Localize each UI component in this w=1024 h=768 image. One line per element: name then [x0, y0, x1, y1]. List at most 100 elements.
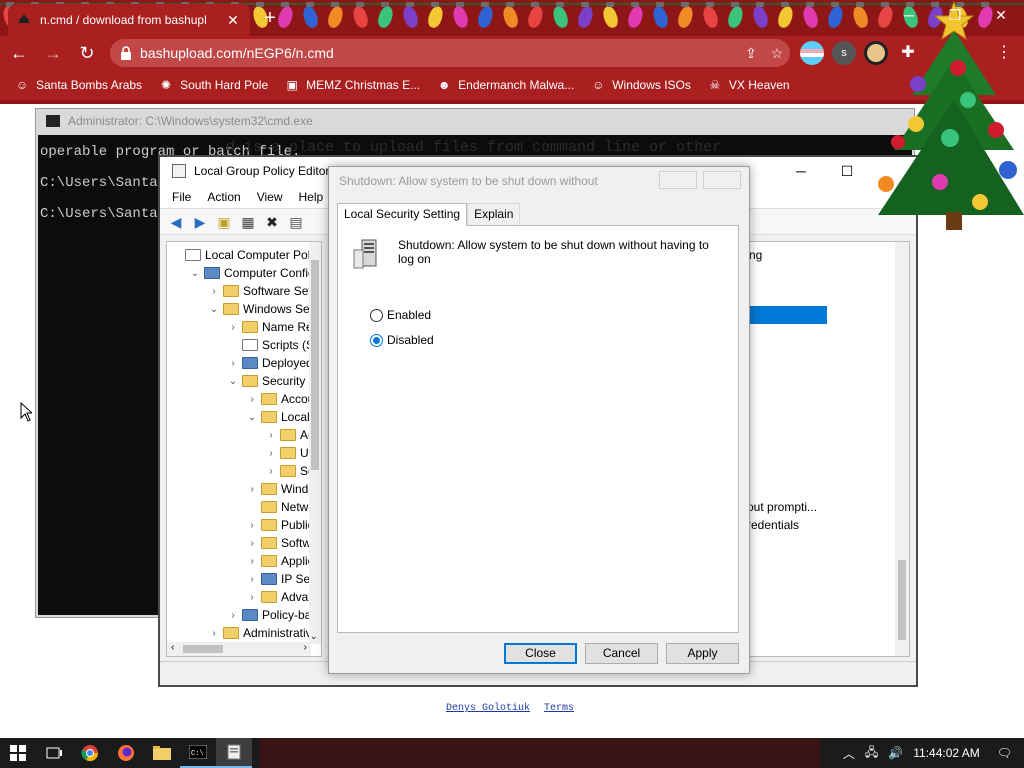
dialog-help-button[interactable]: [659, 171, 697, 189]
forward-button[interactable]: →: [38, 38, 68, 68]
tree-node[interactable]: › Administrative: [207, 624, 318, 642]
delete-icon[interactable]: ✖: [262, 213, 282, 231]
list-scroll-thumb[interactable]: [898, 560, 906, 640]
chevron-down-icon[interactable]: ⌄: [188, 268, 202, 279]
radio-disabled-label[interactable]: Disabled: [387, 333, 434, 347]
bookmark-item[interactable]: ☠ VX Heaven: [707, 77, 790, 93]
radio-disabled[interactable]: Disabled: [370, 333, 434, 347]
menu-action[interactable]: Action: [207, 190, 240, 204]
bookmark-item[interactable]: ✺ South Hard Pole: [158, 77, 268, 93]
forward-arrow-icon[interactable]: ▶: [190, 213, 210, 231]
chevron-right-icon[interactable]: ›: [264, 430, 278, 441]
chevron-right-icon[interactable]: ›: [245, 592, 259, 603]
tree-vertical-scrollbar[interactable]: ⌄: [309, 242, 321, 644]
chevron-right-icon[interactable]: ›: [245, 394, 259, 405]
bookmark-item[interactable]: ☻ Endermanch Malwa...: [436, 77, 574, 93]
chevron-right-icon[interactable]: ›: [264, 448, 278, 459]
volume-icon[interactable]: 🔊: [883, 746, 908, 760]
tree-node[interactable]: Local Computer Polic: [169, 246, 319, 264]
radio-enabled-circle[interactable]: [370, 308, 383, 322]
tree-node[interactable]: Netwo: [245, 498, 315, 516]
menu-help[interactable]: Help: [299, 190, 324, 204]
browser-tab-active[interactable]: n.cmd / download from bashupl ✕: [8, 4, 250, 36]
chevron-right-icon[interactable]: ›: [245, 574, 259, 585]
menu-file[interactable]: File: [172, 190, 191, 204]
radio-enabled[interactable]: Enabled: [370, 308, 431, 322]
tree-node[interactable]: › Applic: [245, 552, 313, 570]
tree-node[interactable]: › Advan: [245, 588, 315, 606]
chevron-right-icon[interactable]: ›: [207, 628, 221, 639]
dialog-close-x-button[interactable]: [703, 171, 741, 189]
tree-horizontal-scrollbar[interactable]: ‹ ›: [167, 642, 311, 656]
scroll-right-icon[interactable]: ›: [304, 642, 307, 653]
tree-node[interactable]: ⌄ Windows Sett: [207, 300, 317, 318]
taskbar-file-explorer[interactable]: [144, 738, 180, 768]
tree-node[interactable]: › Accou: [245, 390, 314, 408]
gpe-maximize-button[interactable]: ☐: [824, 157, 870, 185]
tree-node[interactable]: › Softwa: [245, 534, 317, 552]
new-tab-button[interactable]: +: [258, 6, 282, 30]
tree-node[interactable]: › Deployed: [226, 354, 312, 372]
bookmark-item[interactable]: ☺ Windows ISOs: [590, 77, 691, 93]
radio-disabled-circle[interactable]: [370, 333, 383, 347]
profile-s-icon[interactable]: s: [832, 41, 856, 65]
window-close-button[interactable]: ✕: [978, 0, 1024, 30]
tree-node[interactable]: ⌄ Computer Config: [188, 264, 315, 282]
address-bar[interactable]: bashupload.com/nEGP6/n.cmd ⇪ ☆: [110, 39, 790, 67]
cancel-button[interactable]: Cancel: [585, 643, 658, 664]
chevron-down-icon[interactable]: ⌄: [207, 304, 221, 315]
scroll-left-icon[interactable]: ‹: [171, 642, 174, 653]
tab-close-icon[interactable]: ✕: [224, 12, 242, 29]
gpe-minimize-button[interactable]: ─: [778, 157, 824, 185]
taskbar-chrome[interactable]: [72, 738, 108, 768]
taskbar-gpedit[interactable]: [216, 738, 252, 768]
chevron-right-icon[interactable]: ›: [245, 484, 259, 495]
tree-node[interactable]: › Au: [264, 426, 314, 444]
tree-hscroll-thumb[interactable]: [183, 645, 223, 653]
notification-icon[interactable]: 🗨: [985, 746, 1024, 760]
chevron-down-icon[interactable]: ⌄: [226, 376, 240, 387]
chevron-right-icon[interactable]: ›: [245, 520, 259, 531]
task-view-button[interactable]: [36, 738, 72, 768]
lock-icon[interactable]: [120, 46, 132, 60]
chevron-right-icon[interactable]: ›: [226, 322, 240, 333]
policy-tree[interactable]: Local Computer Polic ⌄ Computer Config › Sof…: [166, 241, 322, 657]
taskbar-cmd[interactable]: C:\: [180, 738, 216, 768]
up-folder-icon[interactable]: ▣: [214, 213, 234, 231]
tree-scroll-thumb[interactable]: [311, 260, 319, 470]
policy-list-pane[interactable]: ng out prompti... redentials: [732, 241, 910, 657]
tree-node[interactable]: Scripts (Sta: [226, 336, 321, 354]
close-button[interactable]: Close: [504, 643, 577, 664]
chevron-right-icon[interactable]: ›: [245, 556, 259, 567]
footer-link-terms[interactable]: Terms: [544, 703, 574, 714]
start-button[interactable]: [0, 738, 36, 768]
back-arrow-icon[interactable]: ◀: [166, 213, 186, 231]
network-icon[interactable]: 🖧: [860, 743, 883, 764]
bookmark-item[interactable]: ▣ MEMZ Christmas E...: [284, 77, 420, 93]
back-button[interactable]: ←: [4, 38, 34, 68]
column-header-setting[interactable]: ng: [749, 248, 762, 262]
tree-node[interactable]: › Public: [245, 516, 313, 534]
window-minimize-button[interactable]: ─: [886, 0, 932, 30]
menu-view[interactable]: View: [257, 190, 283, 204]
clock[interactable]: 11:44:02 AM: [908, 746, 985, 760]
tab-explain[interactable]: Explain: [467, 203, 521, 225]
policy-properties-dialog[interactable]: Shutdown: Allow system to be shut down w…: [328, 166, 750, 674]
url-text[interactable]: bashupload.com/nEGP6/n.cmd: [140, 45, 738, 61]
tray-chevron-icon[interactable]: ︿: [838, 745, 860, 762]
footer-link-author[interactable]: Denys Golotiuk: [446, 703, 530, 714]
show-hide-tree-icon[interactable]: ▦: [238, 213, 258, 231]
policy-row[interactable]: out prompti...: [747, 500, 817, 514]
window-restore-button[interactable]: ❐: [932, 0, 978, 30]
tree-node[interactable]: ⌄ Security Se: [226, 372, 321, 390]
chevron-right-icon[interactable]: ›: [264, 466, 278, 477]
tree-node[interactable]: › Windo: [245, 480, 315, 498]
tree-node[interactable]: › Policy-bas: [226, 606, 317, 624]
taskbar-firefox[interactable]: [108, 738, 144, 768]
chevron-right-icon[interactable]: ›: [245, 538, 259, 549]
flag-extension-icon[interactable]: [800, 41, 824, 65]
bookmark-item[interactable]: ☺ Santa Bombs Arabs: [14, 77, 142, 93]
chevron-right-icon[interactable]: ›: [226, 610, 240, 621]
tree-node[interactable]: › Software Setti: [207, 282, 317, 300]
bookmark-star-icon[interactable]: ☆: [764, 45, 790, 62]
